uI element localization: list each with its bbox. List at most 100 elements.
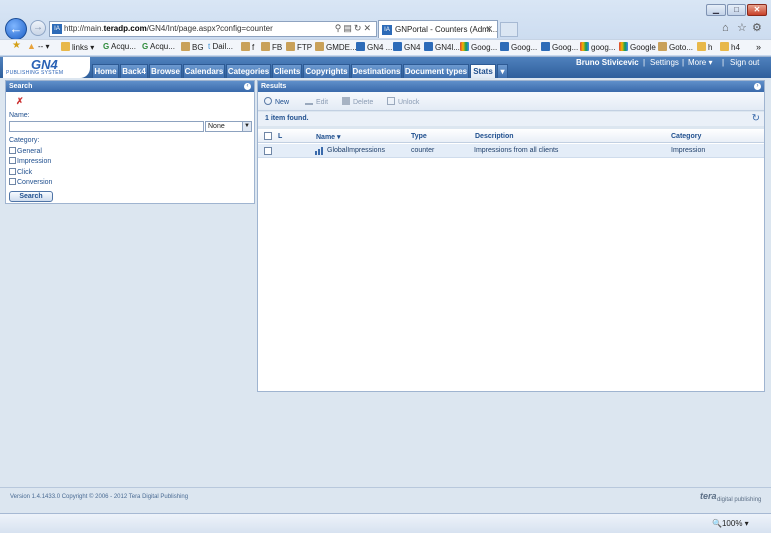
tab-destinations[interactable]: Destinations [351,64,402,78]
edit-button[interactable]: Edit [305,97,328,106]
counter-icon [315,147,323,157]
bookmark-item[interactable]: Goog... [500,42,537,52]
bookmark-item[interactable]: links ▾ [61,42,94,52]
tab-browse[interactable]: Browse [149,64,182,78]
tab-home[interactable]: Home [92,64,119,78]
bookmark-item[interactable]: BG [181,42,204,52]
bookmark-item[interactable]: FTP [286,42,312,52]
column-description[interactable]: Description [475,133,514,140]
tab-calendars[interactable]: Calendars [183,64,225,78]
bookmark-item[interactable]: GN4l... [424,42,460,52]
bookmark-item[interactable]: G Acqu... [142,42,175,51]
page-icon [241,42,250,51]
add-favorite-icon[interactable]: ▲ [27,41,36,51]
match-select[interactable]: None ▼ [205,121,252,132]
tab-copyrights[interactable]: Copyrights [303,64,350,78]
sign-out-link[interactable]: Sign out [730,58,759,67]
home-icon[interactable]: ⌂ [722,22,729,34]
category-impression[interactable]: Impression [9,157,51,165]
bookmark-item[interactable]: f [241,42,254,52]
select-all-checkbox[interactable] [264,132,272,140]
more-menu[interactable]: More ▾ [688,58,712,67]
maximize-button[interactable]: □ [727,4,746,16]
more-bookmarks-icon[interactable]: » [756,42,761,52]
address-tools[interactable]: ⚲▤↻✕ [335,23,373,34]
browser-tab-active[interactable]: IA GNPortal - Counters (Admi... ✕ [378,20,498,38]
tab-document-types[interactable]: Document types [403,64,469,78]
bookmark-item[interactable]: G Acqu... [103,42,136,51]
bookmark-item[interactable]: h4 [720,42,740,52]
bookmark-item[interactable]: Google [619,42,656,52]
bookmark-item[interactable]: Goog... [460,42,497,52]
bookmark-item[interactable]: h [697,42,712,52]
bookmark-item[interactable]: GN4 [393,42,420,52]
tabs-overflow-button[interactable]: ▾ [497,64,508,78]
favorites-star-icon[interactable]: ★ [12,40,21,51]
tab-close-icon[interactable]: ✕ [485,24,493,35]
tab-clients[interactable]: Clients [272,64,302,78]
name-input[interactable] [9,121,204,132]
g-icon: G [142,42,149,51]
bookmark-item[interactable]: t Dail... [208,42,233,51]
row-checkbox[interactable] [264,147,272,155]
checkbox[interactable] [9,147,16,154]
tab-stats[interactable]: Stats [470,64,496,78]
forward-button[interactable]: → [30,20,46,36]
tab-title: GNPortal - Counters (Admi... [395,25,498,34]
checkbox[interactable] [9,178,16,185]
checkbox[interactable] [9,157,16,164]
new-tab-button[interactable] [500,22,518,37]
gear-icon[interactable]: ⚙ [752,21,762,34]
header-separator: | [682,58,685,67]
bookmark-item[interactable]: Goto... [658,42,693,52]
checkbox[interactable] [9,168,16,175]
category-general[interactable]: General [9,147,42,155]
user-name[interactable]: Bruno Stivicevic [576,58,639,67]
logo-subtitle: PUBLISHING SYSTEM [6,70,64,76]
delete-button[interactable]: Delete [342,97,373,106]
page-icon [286,42,295,51]
results-grid: L Name ▾ Type Description Category Globa… [258,129,764,391]
tab-back4[interactable]: Back4 [120,64,148,78]
category-click[interactable]: Click [9,168,32,176]
collapse-icon[interactable]: ‹ [244,83,251,90]
close-window-button[interactable]: ✕ [747,4,767,16]
stop-icon[interactable]: ✕ [363,23,373,33]
cell-name[interactable]: GlobalImpressions [327,147,385,154]
new-button[interactable]: New [264,97,289,106]
search-button[interactable]: Search [9,191,53,202]
address-bar[interactable]: IA http://main.teradp.com/GN4/Int/page.a… [49,21,377,37]
table-row[interactable]: GlobalImpressions counter Impressions fr… [258,144,764,158]
favorites-star-icon[interactable]: ☆ [737,21,747,34]
settings-link[interactable]: Settings [650,58,679,67]
page-footer: Version 1.4.1433.0 Copyright © 2006 - 20… [0,487,771,513]
minimize-button[interactable]: ▁ [706,4,726,16]
unlock-button[interactable]: Unlock [387,97,419,106]
compat-view-icon[interactable]: ▤ [343,23,354,33]
column-lock[interactable]: L [278,133,282,140]
zoom-control[interactable]: 🔍100% ▾ [712,519,749,528]
bookmark-item[interactable]: goog... [580,42,615,52]
collapse-icon[interactable]: › [754,83,761,90]
edit-icon [305,97,313,105]
bookmark-item[interactable]: GMDE... [315,42,357,52]
bookmark-dashes[interactable]: -- ▾ [38,42,50,51]
address-text[interactable]: http://main.teradp.com/GN4/Int/page.aspx… [64,24,273,33]
back-button[interactable]: ← [5,18,27,40]
header-separator: | [643,58,646,67]
chevron-down-icon[interactable]: ▼ [242,122,251,131]
clear-search-icon[interactable]: ✗ [16,96,24,107]
tab-categories[interactable]: Categories [226,64,271,78]
refresh-icon[interactable]: ↻ [752,113,760,124]
bookmark-item[interactable]: GN4 ... [356,42,392,52]
tera-subtitle: digital publishing [717,497,762,503]
bookmark-item[interactable]: FB [261,42,282,52]
column-type[interactable]: Type [411,133,427,140]
bookmark-item[interactable]: Goog... [541,42,578,52]
gn4-logo[interactable]: GN4 PUBLISHING SYSTEM [3,57,90,78]
column-category[interactable]: Category [671,133,701,140]
column-name[interactable]: Name ▾ [316,133,341,141]
category-conversion[interactable]: Conversion [9,178,52,186]
items-found-text: 1 item found. [265,115,309,122]
name-label: Name: [9,112,30,119]
